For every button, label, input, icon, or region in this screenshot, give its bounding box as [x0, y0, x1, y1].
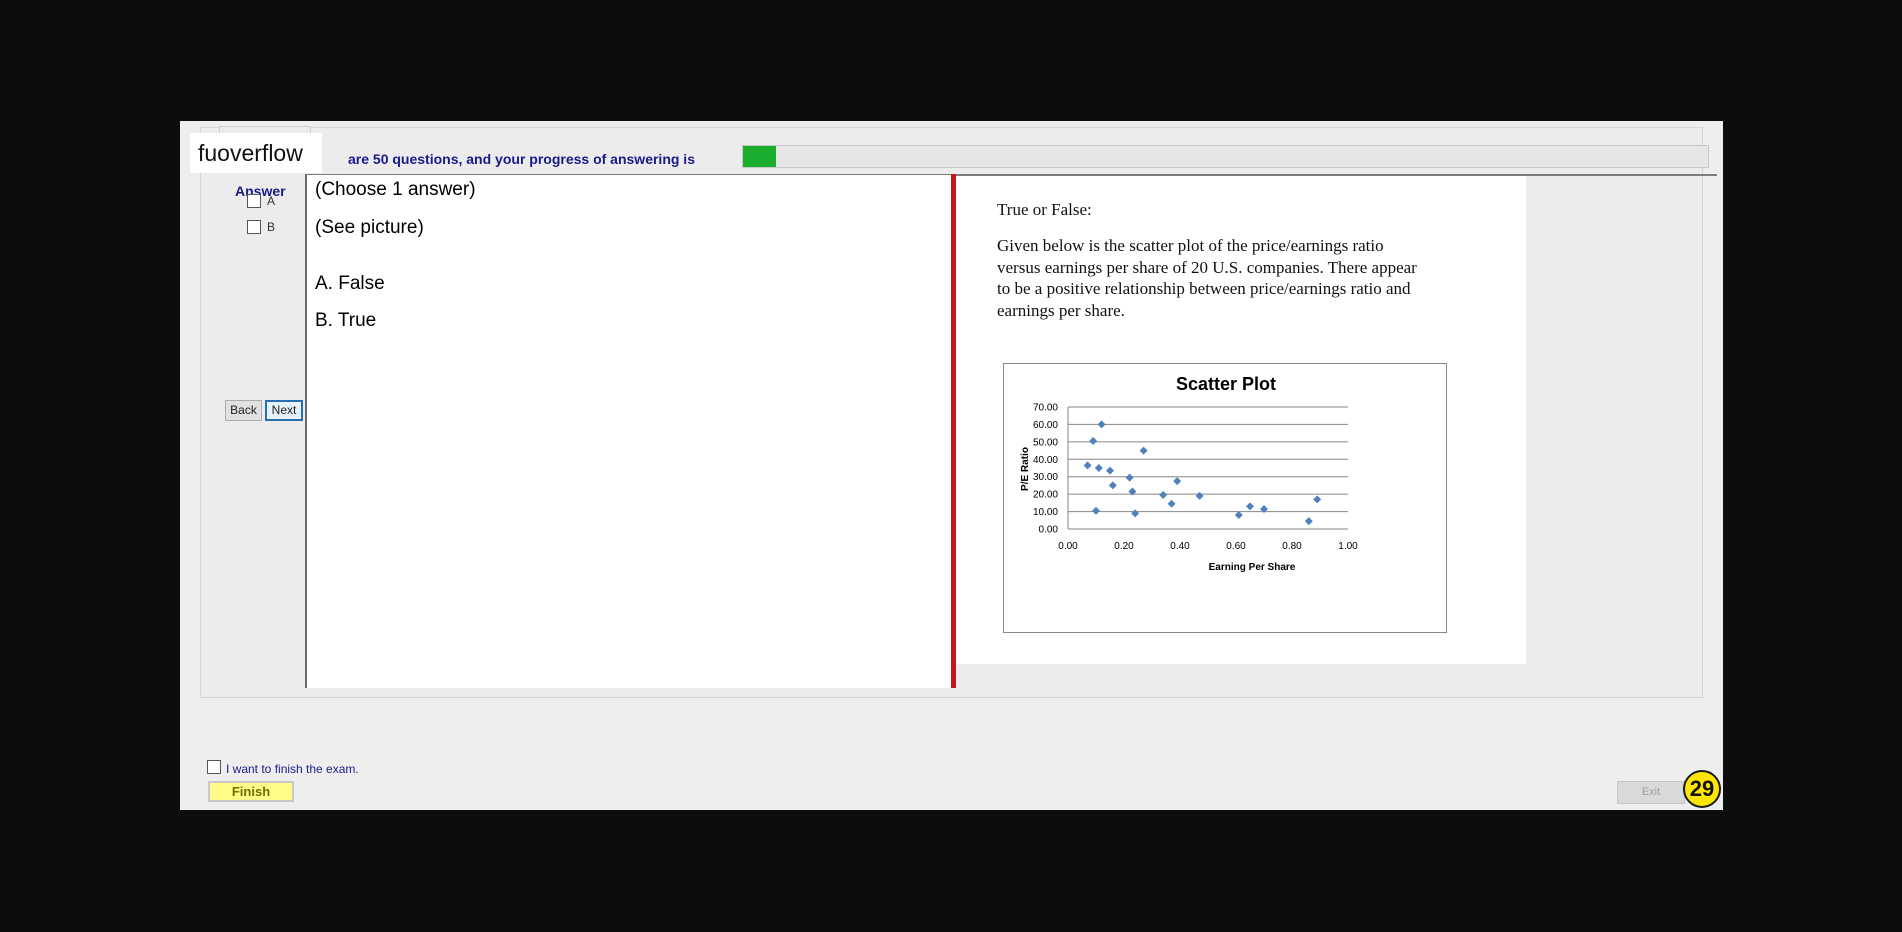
scatter-point	[1106, 466, 1114, 475]
y-tick-label: 30.00	[1033, 472, 1058, 483]
scatter-point	[1234, 511, 1243, 520]
x-tick-label: 0.60	[1226, 541, 1246, 552]
back-button[interactable]: Back	[225, 400, 262, 421]
progress-bar	[742, 145, 1709, 168]
scatter-point	[1304, 517, 1313, 526]
finish-button[interactable]: Finish	[208, 781, 294, 802]
question-instruction: (Choose 1 answer)	[315, 179, 476, 200]
question-option-b-text: B. True	[315, 310, 377, 331]
x-tick-label: 0.00	[1058, 541, 1078, 552]
y-tick-label: 70.00	[1033, 403, 1058, 414]
picture-heading: True or False:	[997, 200, 1092, 219]
finish-exam-checkbox[interactable]	[207, 760, 221, 774]
scatter-point	[1094, 464, 1103, 472]
question-number-badge: 29	[1683, 770, 1721, 808]
y-tick-label: 60.00	[1033, 420, 1058, 431]
answer-option-a[interactable]: A	[247, 194, 275, 208]
scatter-point	[1313, 495, 1322, 504]
picture-text-line: earnings per share.	[997, 300, 1125, 320]
picture-text-line: versus earnings per share of 20 U.S. com…	[997, 257, 1417, 277]
y-tick-label: 50.00	[1033, 437, 1058, 448]
scatter-point	[1246, 502, 1254, 511]
scatter-point	[1092, 506, 1100, 515]
x-tick-label: 0.40	[1170, 541, 1190, 552]
scatter-point	[1167, 499, 1176, 508]
y-tick-label: 10.00	[1033, 507, 1058, 518]
exam-frame: are 50 questions, and your progress of a…	[200, 126, 1717, 698]
picture-panel: True or False: Given below is the scatte…	[956, 176, 1526, 664]
progress-label: are 50 questions, and your progress of a…	[348, 151, 695, 167]
scatter-point	[1139, 446, 1148, 455]
chart-title: Scatter Plot	[1176, 374, 1276, 394]
scatter-chart-svg: 0.0010.0020.0030.0040.0050.0060.0070.00 …	[1020, 374, 1358, 573]
next-button[interactable]: Next	[265, 400, 303, 421]
y-tick-label: 40.00	[1033, 455, 1058, 466]
y-tick-label: 20.00	[1033, 490, 1058, 501]
scatter-point	[1173, 477, 1182, 486]
exit-button[interactable]: Exit	[1617, 781, 1685, 804]
scatter-point	[1108, 481, 1117, 490]
answer-b-label: B	[267, 220, 276, 234]
scatter-point	[1125, 473, 1134, 482]
answer-a-label: A	[267, 194, 276, 208]
chart-y-axis-label: P/E Ratio	[1020, 447, 1031, 491]
scatter-point	[1089, 436, 1098, 445]
scatter-point	[1159, 491, 1168, 500]
scatter-point	[1131, 509, 1140, 518]
answer-option-b[interactable]: B	[247, 220, 275, 234]
answer-b-checkbox[interactable]	[247, 220, 261, 234]
answer-a-checkbox[interactable]	[247, 194, 261, 208]
exam-window: are 50 questions, and your progress of a…	[180, 121, 1723, 810]
question-panel: (Choose 1 answer) (See picture) A. False…	[305, 174, 951, 688]
scatter-point	[1195, 491, 1204, 500]
scatter-point	[1083, 461, 1092, 470]
y-tick-label: 0.00	[1039, 525, 1059, 536]
chart-x-axis-label: Earning Per Share	[1209, 562, 1296, 573]
scatter-point	[1097, 420, 1106, 429]
question-option-a-text: A. False	[315, 273, 385, 294]
question-see-picture: (See picture)	[315, 217, 424, 238]
brand-logo: fuoverflow	[190, 133, 322, 173]
x-tick-label: 1.00	[1338, 541, 1358, 552]
x-tick-label: 0.80	[1282, 541, 1302, 552]
finish-exam-label[interactable]: I want to finish the exam.	[226, 762, 359, 776]
picture-text-line: to be a positive relationship between pr…	[997, 279, 1411, 298]
picture-text-line: Given below is the scatter plot of the p…	[997, 236, 1384, 255]
progress-bar-fill	[743, 146, 776, 167]
x-tick-label: 0.20	[1114, 541, 1134, 552]
scatter-chart: 0.00 10.00 20.00 30.00 40.00 50.00 60.00 70.00 …	[1003, 363, 1447, 633]
